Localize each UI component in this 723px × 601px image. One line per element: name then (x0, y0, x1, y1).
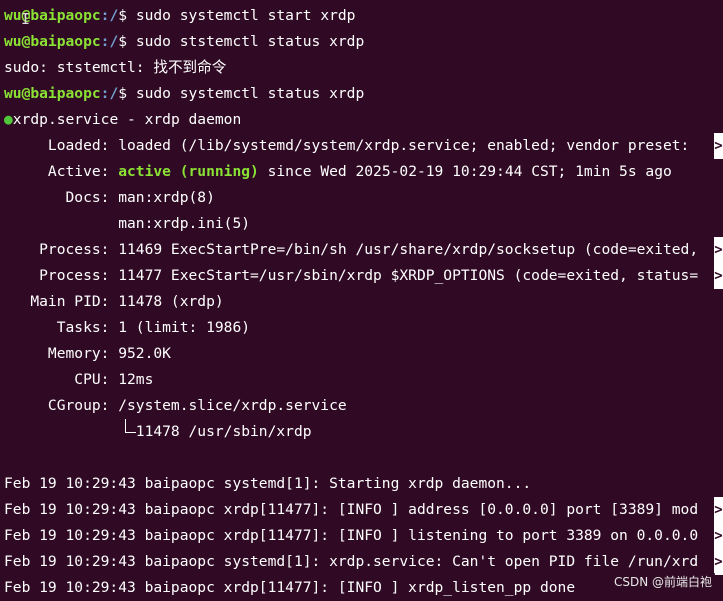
process-text: Process: 11477 ExecStart=/usr/sbin/xrdp … (4, 267, 699, 284)
log-line: Feb 19 10:29:43 baipaopc xrdp[11477]: [I… (4, 523, 723, 549)
command-text: sudo systemctl status xrdp (135, 85, 365, 102)
main-pid-line: Main PID: 11478 (xrdp) (4, 293, 224, 310)
truncation-marker: > (714, 497, 723, 523)
command-line-3: wu@baipaopc:/$ sudo systemctl status xrd… (4, 81, 364, 107)
truncation-marker: > (714, 523, 723, 549)
truncation-marker: > (714, 263, 723, 289)
prompt-user: wu@baipaopc (4, 85, 101, 102)
docs-line: Docs: man:xrdp(8) (4, 189, 215, 206)
truncation-marker: > (714, 237, 723, 263)
cgroup-process-line: 11478 /usr/sbin/xrdp (4, 423, 312, 440)
process-text: Process: 11469 ExecStartPre=/bin/sh /usr… (4, 241, 699, 258)
process-line-1: Process: 11469 ExecStartPre=/bin/sh /usr… (4, 237, 723, 263)
terminal-window[interactable]: wu@baipaopc:/$ sudo systemctl start xrdp… (0, 0, 723, 596)
tasks-line: Tasks: 1 (limit: 1986) (4, 319, 251, 336)
prompt-user: wu@baipaopc (4, 33, 101, 50)
prompt-symbol: $ (118, 33, 136, 50)
log-line: Feb 19 10:29:43 baipaopc xrdp[11477]: [I… (4, 579, 576, 596)
truncation-marker: > (714, 549, 723, 575)
active-line: Active: active (running) since Wed 2025-… (4, 159, 672, 185)
service-title: xrdp.service - xrdp daemon (12, 111, 242, 128)
log-text: Feb 19 10:29:43 baipaopc xrdp[11477]: [I… (4, 527, 699, 544)
loaded-line: Loaded: loaded (/lib/systemd/system/xrdp… (4, 133, 723, 159)
status-dot-icon: ● (4, 111, 13, 128)
command-line-1: wu@baipaopc:/$ sudo systemctl start xrdp (4, 3, 355, 29)
log-line: Feb 19 10:29:43 baipaopc systemd[1]: xrd… (4, 549, 723, 575)
log-line: Feb 19 10:29:43 baipaopc systemd[1]: Sta… (4, 475, 532, 492)
prompt-path: :/ (100, 33, 119, 50)
prompt-path: :/ (100, 7, 119, 24)
log-line: Feb 19 10:29:43 baipaopc xrdp[11477]: [I… (4, 497, 723, 523)
memory-line: Memory: 952.0K (4, 345, 171, 362)
prompt-symbol: $ (118, 85, 136, 102)
watermark: CSDN @前端白袍 (610, 573, 715, 590)
text-cursor-icon: I (21, 10, 31, 28)
prompt-path: :/ (100, 85, 119, 102)
service-header: ●xrdp.service - xrdp daemon (4, 107, 241, 133)
cgroup-line: CGroup: /system.slice/xrdp.service (4, 397, 347, 414)
loaded-text: Loaded: loaded (/lib/systemd/system/xrdp… (4, 137, 699, 154)
docs-line-2: man:xrdp.ini(5) (4, 215, 251, 232)
prompt-symbol: $ (118, 7, 136, 24)
active-label: Active: (4, 163, 119, 180)
process-line-2: Process: 11477 ExecStart=/usr/sbin/xrdp … (4, 263, 723, 289)
truncation-marker: > (714, 133, 723, 159)
cpu-line: CPU: 12ms (4, 371, 154, 388)
prompt-user: wu@baipaopc (4, 7, 101, 24)
active-status: active (running) (118, 163, 259, 180)
active-since: since Wed 2025-02-19 10:29:44 CST; 1min … (258, 163, 672, 180)
error-line: sudo: ststemctl: 找不到命令 (4, 59, 227, 76)
command-text: sudo ststemctl status xrdp (135, 33, 365, 50)
command-line-2: wu@baipaopc:/$ sudo ststemctl status xrd… (4, 29, 364, 55)
command-text: sudo systemctl start xrdp (135, 7, 356, 24)
log-text: Feb 19 10:29:43 baipaopc xrdp[11477]: [I… (4, 501, 699, 518)
log-text: Feb 19 10:29:43 baipaopc systemd[1]: xrd… (4, 553, 699, 570)
